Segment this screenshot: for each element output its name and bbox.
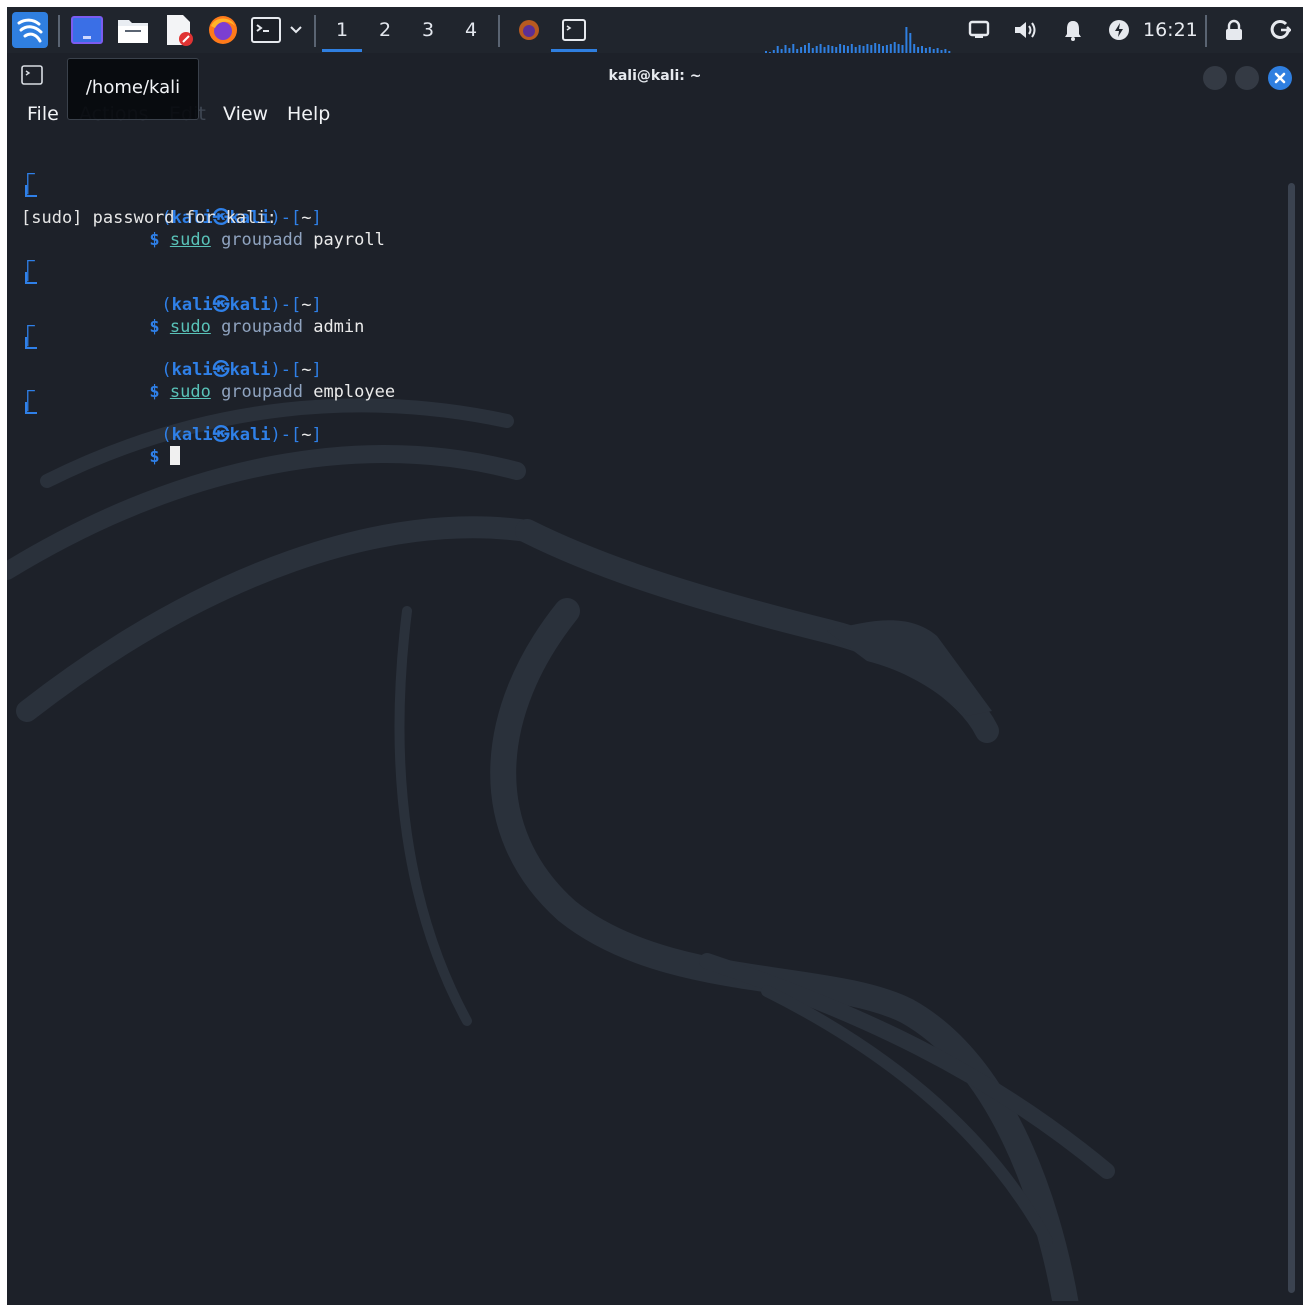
desktop-icon[interactable]: [69, 7, 105, 53]
taskbar-terminal-icon[interactable]: [551, 7, 597, 53]
panel-separator: [498, 15, 500, 47]
command-line: $ sudo groupadd employee: [21, 337, 395, 402]
notification-bell-icon[interactable]: [1057, 7, 1089, 53]
command-line: $ sudo groupadd admin: [21, 272, 395, 337]
cpu-graph-bar: [889, 44, 892, 53]
cpu-graph-bar: [913, 44, 916, 53]
cpu-graph-bar: [776, 46, 779, 53]
cpu-graph-bar: [882, 46, 884, 53]
cpu-graph-bar: [862, 46, 865, 53]
workspace-2[interactable]: 2: [365, 7, 405, 53]
text-editor-icon[interactable]: [161, 7, 197, 53]
scrollbar[interactable]: [1288, 183, 1295, 1293]
cpu-graph-bar: [850, 44, 853, 53]
panel-separator: [1205, 15, 1207, 47]
cpu-graph-bar: [858, 45, 861, 53]
command-line: $ sudo groupadd payroll: [21, 185, 395, 250]
file-manager-icon[interactable]: [115, 7, 151, 53]
panel-separator: [58, 15, 60, 47]
cpu-graph-bar: [870, 45, 873, 53]
output-line: [sudo] password for kali:: [21, 208, 277, 228]
cpu-graph-bar: [905, 27, 908, 53]
cpu-graph-bar: [807, 43, 810, 53]
cpu-graph-bar: [893, 42, 896, 53]
cpu-graph-bar: [878, 44, 881, 53]
cpu-graph-bar: [827, 45, 830, 53]
minimize-button[interactable]: [1203, 66, 1227, 90]
logout-icon[interactable]: [1265, 7, 1295, 53]
cpu-graph-bar: [839, 44, 842, 53]
maximize-button[interactable]: [1235, 66, 1259, 90]
cpu-graph-bar: [831, 46, 834, 53]
cpu-graph-bar: [909, 33, 912, 53]
clock[interactable]: 16:21: [1143, 7, 1198, 53]
prompt-line: (kali㉿kali)-[~]: [21, 250, 395, 315]
cpu-graph-bar: [815, 46, 818, 53]
kali-menu-icon[interactable]: [9, 7, 51, 53]
desktop: 1 2 3 4 16:21 kali@kali: ~ File View Hel…: [7, 7, 1303, 1305]
terminal-window: kali@kali: ~ File Actions Edit View Help…: [7, 53, 1303, 1305]
menu-file[interactable]: File: [27, 97, 59, 131]
cpu-graph-bar: [846, 46, 849, 53]
lock-icon[interactable]: [1219, 7, 1249, 53]
path-tooltip: /home/kali: [67, 58, 199, 120]
terminal-area[interactable]: (kali㉿kali)-[~] $ sudo groupadd payroll …: [7, 131, 1283, 1301]
workspace-1[interactable]: 1: [322, 7, 362, 53]
network-icon[interactable]: [963, 7, 995, 53]
command-line[interactable]: $: [21, 402, 395, 467]
cpu-graph-bar: [784, 45, 787, 53]
title-bar[interactable]: kali@kali: ~: [7, 53, 1303, 97]
cpu-graph-bar: [885, 45, 888, 53]
cpu-graph-bar: [921, 46, 923, 53]
cpu-graph-bar: [866, 44, 869, 53]
taskbar-firefox-icon[interactable]: [507, 7, 551, 53]
cpu-graph-bar: [901, 45, 904, 53]
cpu-graph-bar: [897, 44, 900, 53]
cpu-graph-bar: [819, 44, 822, 53]
top-panel: 1 2 3 4 16:21: [7, 7, 1303, 53]
cpu-graph-bar: [843, 45, 845, 53]
cpu-graph-bar: [792, 44, 795, 53]
terminal-output: (kali㉿kali)-[~] $ sudo groupadd payroll …: [21, 163, 395, 467]
cpu-graph-bar: [804, 45, 806, 53]
close-button[interactable]: [1268, 66, 1292, 90]
window-title: kali@kali: ~: [608, 68, 702, 84]
cpu-graph-bar: [874, 43, 877, 53]
power-icon[interactable]: [1103, 7, 1135, 53]
close-icon: [1274, 72, 1286, 84]
firefox-icon[interactable]: [205, 7, 241, 53]
dropdown-chevron-icon[interactable]: [286, 7, 306, 53]
volume-icon[interactable]: [1009, 7, 1041, 53]
cpu-graph: [765, 27, 951, 53]
menu-bar: File Actions Edit View Help: [7, 97, 1303, 131]
prompt-line: (kali㉿kali)-[~]: [21, 380, 395, 445]
workspace-4[interactable]: 4: [451, 7, 491, 53]
workspace-3[interactable]: 3: [408, 7, 448, 53]
prompt-line: (kali㉿kali)-[~]: [21, 315, 395, 380]
terminal-icon[interactable]: [249, 7, 283, 53]
text-cursor: [169, 446, 180, 465]
panel-separator: [314, 15, 316, 47]
menu-help[interactable]: Help: [287, 97, 330, 131]
prompt-line: (kali㉿kali)-[~]: [21, 163, 395, 228]
menu-view[interactable]: View: [223, 97, 268, 131]
